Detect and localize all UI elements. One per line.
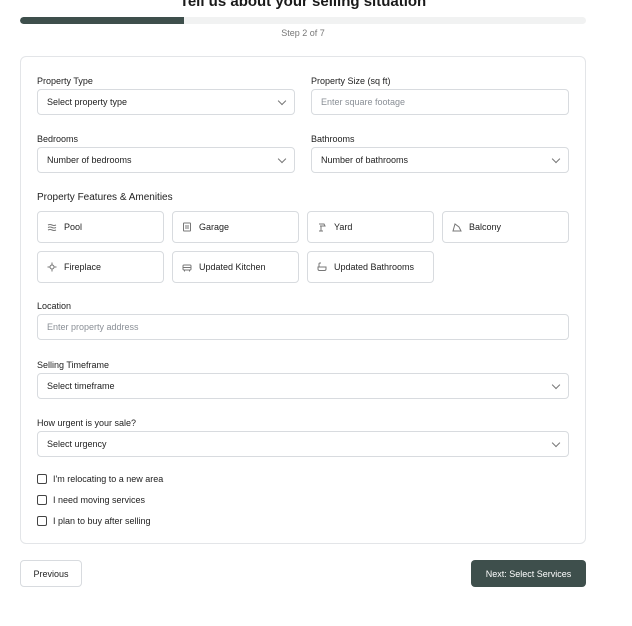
page-title: Tell us about your selling situation	[179, 0, 427, 10]
feature-label: Updated Bathrooms	[334, 262, 415, 272]
checkbox-relocating[interactable]: I'm relocating to a new area	[37, 474, 163, 484]
timeframe-select[interactable]: Select timeframe	[37, 373, 569, 399]
next-button[interactable]: Next: Select Services	[471, 560, 586, 587]
features-title: Property Features & Amenities	[37, 192, 173, 203]
urgency-select[interactable]: Select urgency	[37, 431, 569, 457]
feature-label: Yard	[334, 222, 353, 232]
property-size-input[interactable]: Enter square footage	[311, 89, 569, 115]
kitchen-icon	[182, 262, 192, 272]
bathrooms-label: Bathrooms	[311, 134, 355, 144]
bedrooms-value: Number of bedrooms	[47, 155, 132, 165]
checkbox-label: I'm relocating to a new area	[53, 474, 164, 484]
bathrooms-select[interactable]: Number of bathrooms	[311, 147, 569, 173]
feature-balcony[interactable]: Balcony	[442, 211, 569, 243]
timeframe-value: Select timeframe	[47, 381, 115, 391]
feature-label: Fireplace	[64, 262, 102, 272]
feature-garage[interactable]: Garage	[172, 211, 299, 243]
progress-fill	[20, 17, 185, 24]
step-indicator: Step 2 of 7	[281, 28, 325, 38]
feature-pool[interactable]: Pool	[37, 211, 164, 243]
property-size-label: Property Size (sq ft)	[311, 76, 391, 86]
chevron-down-icon	[277, 96, 287, 105]
chevron-down-icon	[551, 380, 561, 389]
garage-icon	[182, 222, 192, 232]
feature-updated-kitchen[interactable]: Updated Kitchen	[172, 251, 299, 283]
property-type-value: Select property type	[47, 97, 128, 107]
checkbox[interactable]	[37, 516, 47, 526]
bath-icon	[317, 262, 327, 272]
feature-fireplace[interactable]: Fireplace	[37, 251, 164, 283]
property-type-label: Property Type	[37, 76, 93, 86]
checkbox-label: I plan to buy after selling	[53, 516, 151, 526]
feature-label: Pool	[64, 222, 83, 232]
chevron-down-icon	[277, 154, 287, 163]
bathrooms-value: Number of bathrooms	[321, 155, 409, 165]
feature-yard[interactable]: Yard	[307, 211, 434, 243]
checkbox[interactable]	[37, 495, 47, 505]
fire-icon	[47, 262, 57, 272]
location-label: Location	[37, 301, 72, 311]
location-placeholder: Enter property address	[47, 322, 139, 332]
feature-updated-bathrooms[interactable]: Updated Bathrooms	[307, 251, 434, 283]
form-card: Property Type Select property type Prope…	[20, 56, 586, 544]
checkbox-moving-services[interactable]: I need moving services	[37, 495, 145, 505]
location-input[interactable]: Enter property address	[37, 314, 569, 340]
chevron-down-icon	[551, 438, 561, 447]
checkbox[interactable]	[37, 474, 47, 484]
feature-label: Garage	[199, 222, 230, 232]
property-size-placeholder: Enter square footage	[321, 97, 406, 107]
urgency-label: How urgent is your sale?	[37, 418, 137, 428]
urgency-value: Select urgency	[47, 439, 107, 449]
chevron-down-icon	[551, 154, 561, 163]
timeframe-label: Selling Timeframe	[37, 360, 110, 370]
tree-icon	[317, 222, 327, 232]
balcony-icon	[452, 222, 462, 232]
feature-label: Balcony	[469, 222, 502, 232]
bedrooms-label: Bedrooms	[37, 134, 79, 144]
waves-icon	[47, 222, 57, 232]
bedrooms-select[interactable]: Number of bedrooms	[37, 147, 295, 173]
checkbox-label: I need moving services	[53, 495, 146, 505]
property-type-select[interactable]: Select property type	[37, 89, 295, 115]
checkbox-buy-after-selling[interactable]: I plan to buy after selling	[37, 516, 151, 526]
feature-label: Updated Kitchen	[199, 262, 266, 272]
previous-button[interactable]: Previous	[20, 560, 82, 587]
progress-bar	[20, 17, 586, 24]
